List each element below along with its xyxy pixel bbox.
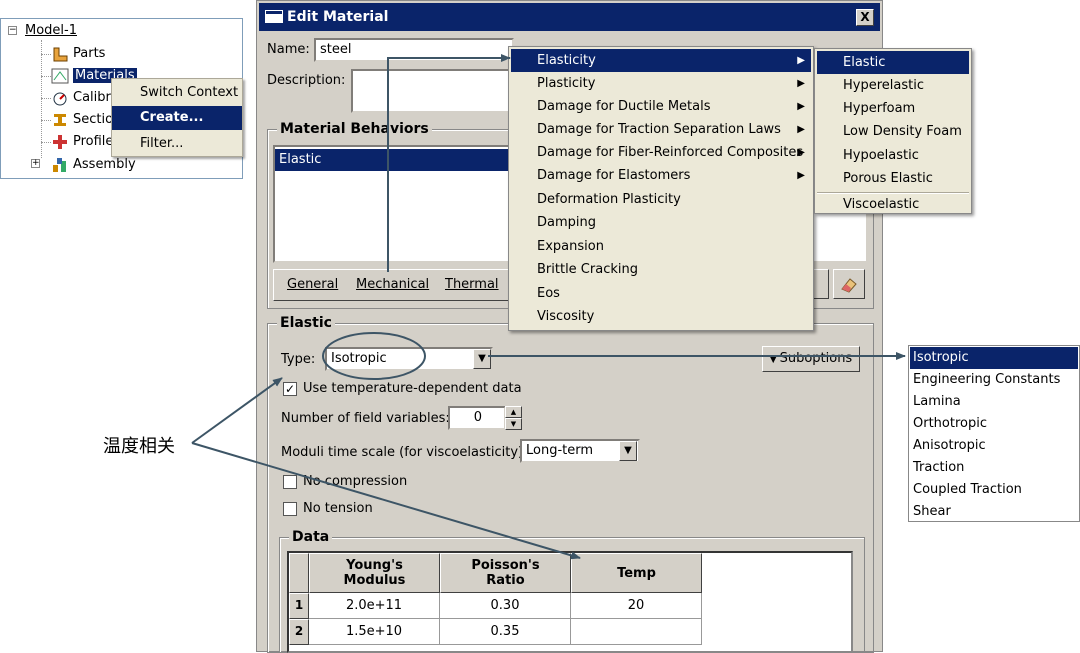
chevron-down-icon[interactable]: ▼ [619,441,637,461]
menu-item-porous-elastic[interactable]: Porous Elastic [817,167,969,190]
type-options-list: Isotropic Engineering Constants Lamina O… [908,345,1080,522]
field-variables-label: Number of field variables: [281,411,450,426]
menu-item-filter[interactable]: Filter... [112,132,242,156]
submenu-arrow-icon: ▶ [797,124,805,135]
tree-item-sections[interactable]: Sectio [51,110,113,130]
profile-icon [53,134,67,149]
description-label: Description: [267,73,346,88]
annotation-label: 温度相关 [103,436,175,457]
tree-item-parts[interactable]: Parts [51,44,105,64]
menu-item-elastic[interactable]: Elastic [817,51,969,74]
assembly-icon [53,157,66,172]
name-label: Name: [267,42,310,57]
menu-item-eos[interactable]: Eos [511,282,811,305]
menu-item-damage-ductile[interactable]: Damage for Ductile Metals ▶ [511,95,811,118]
menu-item-hyperfoam[interactable]: Hyperfoam [817,97,969,120]
row-header[interactable]: 2 [289,619,309,645]
menu-item-hyperelastic[interactable]: Hyperelastic [817,74,969,97]
dialog-titlebar: Edit Material X [259,3,880,31]
type-select[interactable]: Isotropic [325,347,493,371]
submenu-arrow-icon: ▶ [797,78,805,89]
window-icon [265,10,283,23]
table-cell[interactable]: 2.0e+11 [309,593,440,619]
section-icon [54,113,66,126]
field-variables-spinner[interactable]: 0 [448,406,506,430]
tree-context-menu: Switch Context Create... Filter... [111,78,243,157]
tab-general[interactable]: General [287,277,338,292]
menu-item-elasticity[interactable]: Elasticity ▶ [511,49,811,72]
list-item-isotropic[interactable]: Isotropic [910,347,1078,369]
delete-behavior-button[interactable] [833,269,865,299]
elastic-title: Elastic [277,315,335,331]
submenu-arrow-icon: ▶ [797,101,805,112]
data-table: Young's Modulus Poisson's Ratio Temp 1 2… [287,551,853,653]
menu-item-expansion[interactable]: Expansion [511,235,811,258]
spin-down-icon[interactable]: ▼ [505,418,522,430]
tab-mechanical[interactable]: Mechanical [356,277,429,292]
column-header-temp[interactable]: Temp [571,553,702,593]
eraser-icon [841,278,857,293]
no-compression-checkbox[interactable] [283,475,297,489]
menu-item-plasticity[interactable]: Plasticity ▶ [511,72,811,95]
materials-icon [51,68,69,83]
table-cell[interactable]: 0.35 [440,619,571,645]
menu-item-switch-context[interactable]: Switch Context [112,81,242,105]
menu-item-damage-fiber[interactable]: Damage for Fiber-Reinforced Composites ▶ [511,141,811,164]
tab-thermal[interactable]: Thermal [445,277,499,292]
suboptions-button[interactable]: ▼ Suboptions [762,346,860,372]
list-item-orthotropic[interactable]: Orthotropic [910,413,1078,435]
table-cell-selected[interactable]: 400 [571,619,702,645]
material-behaviors-title: Material Behaviors [277,121,432,137]
moduli-label: Moduli time scale (for viscoelasticity): [281,445,528,460]
column-header-youngs-modulus[interactable]: Young's Modulus [309,553,440,593]
list-item-lamina[interactable]: Lamina [910,391,1078,413]
type-label: Type: [281,352,316,367]
expand-icon[interactable]: + [31,159,40,168]
menu-item-brittle-cracking[interactable]: Brittle Cracking [511,258,811,281]
description-field[interactable] [351,69,511,113]
menu-item-viscoelastic[interactable]: Viscoelastic [817,193,969,216]
list-item-engineering-constants[interactable]: Engineering Constants [910,369,1078,391]
menu-item-damage-traction[interactable]: Damage for Traction Separation Laws ▶ [511,118,811,141]
elasticity-submenu: Elastic Hyperelastic Hyperfoam Low Densi… [814,48,972,214]
menu-item-damping[interactable]: Damping [511,211,811,234]
submenu-arrow-icon: ▶ [797,147,805,158]
mechanical-menu: Elasticity ▶ Plasticity ▶ Damage for Ducti… [508,46,814,331]
name-field[interactable]: steel [314,38,514,62]
list-item-traction[interactable]: Traction [910,457,1078,479]
spin-up-icon[interactable]: ▲ [505,406,522,418]
dialog-title: Edit Material [287,9,389,25]
table-cell[interactable]: 0.30 [440,593,571,619]
temp-dependent-checkbox[interactable]: ✓ [283,382,297,396]
menu-item-damage-elastomers[interactable]: Damage for Elastomers ▶ [511,164,811,187]
list-item-shear[interactable]: Shear [910,501,1078,523]
tree-root-model[interactable]: Model-1 [25,21,77,41]
menu-item-viscosity[interactable]: Viscosity [511,305,811,328]
submenu-arrow-icon: ▶ [797,55,805,66]
column-header-poissons-ratio[interactable]: Poisson's Ratio [440,553,571,593]
tree-item-assembly[interactable]: Assembly [51,155,136,175]
menu-item-hypoelastic[interactable]: Hypoelastic [817,144,969,167]
temp-dependent-label: Use temperature-dependent data [303,381,522,396]
menu-item-low-density-foam[interactable]: Low Density Foam [817,120,969,143]
table-cell[interactable]: 1.5e+10 [309,619,440,645]
close-button[interactable]: X [856,9,874,26]
no-tension-checkbox[interactable] [283,502,297,516]
menu-item-create[interactable]: Create... [112,106,242,130]
list-item-anisotropic[interactable]: Anisotropic [910,435,1078,457]
row-header[interactable]: 1 [289,593,309,619]
table-corner [289,553,309,593]
calibration-icon [53,92,67,105]
no-tension-label: No tension [303,501,373,516]
menu-item-deformation-plasticity[interactable]: Deformation Plasticity [511,188,811,211]
chevron-down-icon[interactable]: ▼ [473,349,491,369]
tree-item-profiles[interactable]: Profile [51,132,113,152]
no-compression-label: No compression [303,474,408,489]
parts-icon [53,47,68,61]
submenu-arrow-icon: ▶ [797,170,805,181]
data-title: Data [289,529,333,545]
collapse-icon[interactable]: − [8,26,17,35]
table-cell[interactable]: 20 [571,593,702,619]
list-item-coupled-traction[interactable]: Coupled Traction [910,479,1078,501]
